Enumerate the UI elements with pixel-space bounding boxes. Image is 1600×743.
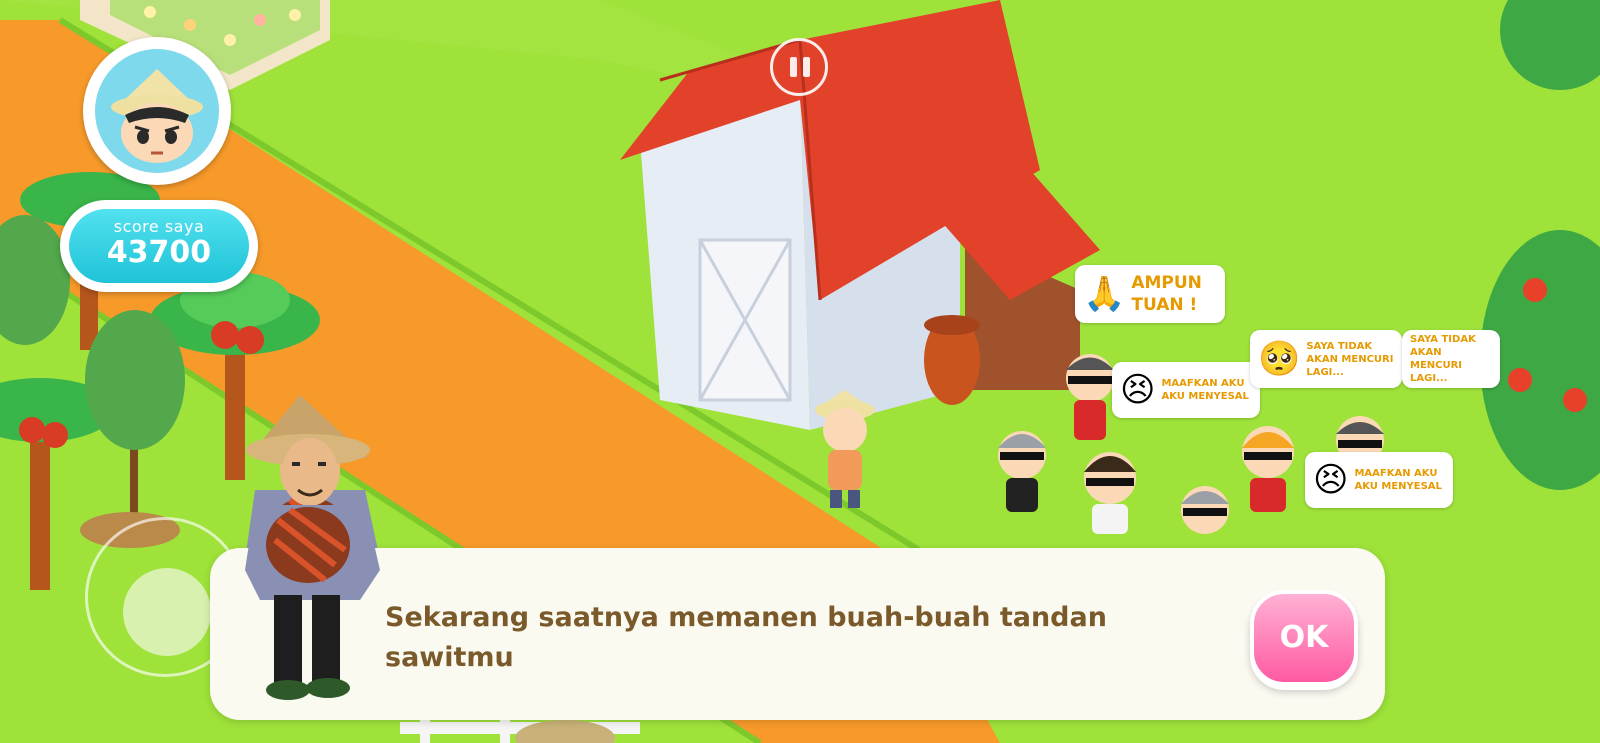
speech-bubble-text: SAYA TIDAK AKAN MENCURI LAGI... <box>1410 334 1476 384</box>
thief <box>1181 486 1229 534</box>
speech-bubble: 🥺 SAYA TIDAK AKAN MENCURI LAGI... <box>1250 330 1402 388</box>
speech-bubble: SAYA TIDAK AKAN MENCURI LAGI... <box>1402 330 1500 388</box>
score-inner: score saya 43700 <box>69 209 249 283</box>
avatar-portrait <box>95 49 219 173</box>
speech-bubble-text: SAYA TIDAK AKAN MENCURI LAGI... <box>1306 340 1394 378</box>
score-value: 43700 <box>106 235 212 270</box>
pause-button[interactable] <box>770 38 828 96</box>
joystick-knob[interactable] <box>123 568 211 656</box>
speech-bubble-text: MAAFKAN AKU AKU MENYESAL <box>1354 468 1442 492</box>
pause-icon <box>790 57 797 77</box>
dialog-text: Sekarang saatnya memanen buah-buah tanda… <box>385 602 1107 673</box>
player-avatar[interactable] <box>83 37 231 185</box>
speech-bubble: 😣 MAAFKAN AKU AKU MENYESAL <box>1305 452 1453 508</box>
score-label: score saya <box>113 217 205 236</box>
avatar-face-icon <box>111 69 203 163</box>
persevering-face-icon: 😣 <box>1313 460 1349 500</box>
speech-bubble: 🙏 AMPUN TUAN ! <box>1075 265 1225 323</box>
speech-bubble: 😣 MAAFKAN AKU AKU MENYESAL <box>1112 362 1260 418</box>
pause-icon-bar <box>803 57 810 77</box>
ok-button[interactable]: OK <box>1250 590 1358 686</box>
speech-bubble-text: AMPUN TUAN ! <box>1131 273 1202 315</box>
score-panel: score saya 43700 <box>60 200 258 292</box>
pray-emoji-icon: 🙏 <box>1083 274 1126 314</box>
farmer-npc-front <box>245 395 380 700</box>
speech-bubble-text: MAAFKAN AKU AKU MENYESAL <box>1161 378 1249 402</box>
pleading-face-icon: 🥺 <box>1258 339 1301 379</box>
persevering-face-icon: 😣 <box>1120 370 1156 410</box>
